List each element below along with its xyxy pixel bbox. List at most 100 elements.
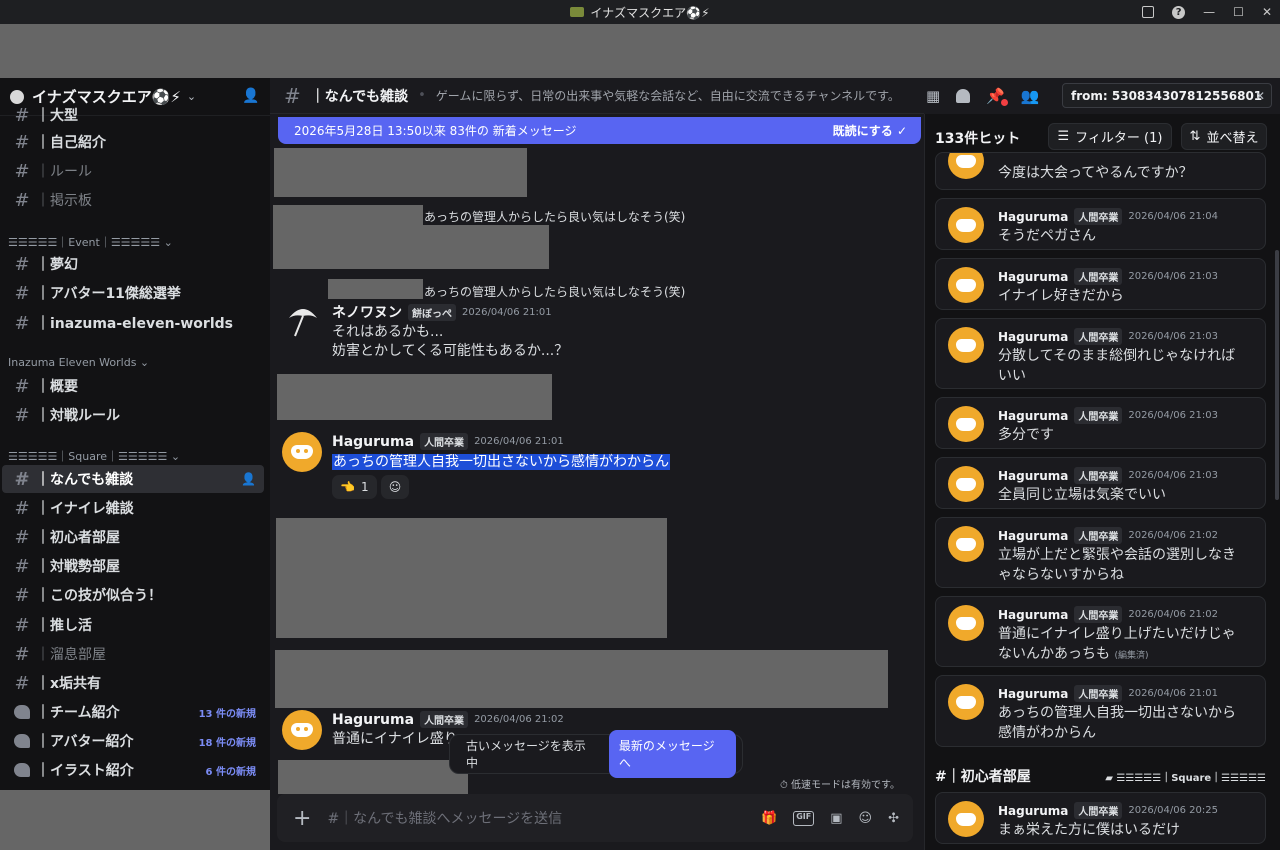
reply-preview[interactable]: あっちの管理人からしたら良い気はしなそう(笑) bbox=[424, 208, 685, 225]
avatar[interactable] bbox=[282, 432, 322, 472]
channel-item[interactable]: # ｜大型 bbox=[2, 104, 264, 126]
inbox-icon[interactable] bbox=[1142, 6, 1155, 18]
sort-button[interactable]: ⇅ 並べ替え bbox=[1181, 123, 1267, 150]
channel-item[interactable]: # ｜x垢共有 bbox=[2, 669, 264, 697]
avatar[interactable] bbox=[282, 710, 322, 750]
search-result[interactable]: 今度は大会ってやるんですか？ bbox=[935, 152, 1266, 190]
channel-item[interactable]: # ｜溜息部屋 bbox=[2, 640, 264, 668]
sort-icon: ⇅ bbox=[1189, 129, 1201, 144]
channel-item[interactable]: # ｜自己紹介 bbox=[2, 128, 264, 156]
clear-search-icon[interactable]: ✕ bbox=[1255, 89, 1265, 103]
bell-icon[interactable] bbox=[956, 89, 971, 103]
apps-icon[interactable]: ✣ bbox=[888, 811, 899, 826]
channel-item[interactable]: # ｜アバター11傑総選挙 bbox=[2, 279, 264, 307]
filter-button[interactable]: ☰ フィルター (1) bbox=[1048, 123, 1172, 150]
reaction-button[interactable]: 👈 1 bbox=[332, 475, 377, 499]
add-reaction-button[interactable]: ☺ bbox=[381, 475, 409, 499]
channel-label: ｜inazuma-eleven-worlds bbox=[36, 316, 233, 332]
hash-icon: # bbox=[14, 468, 30, 490]
channel-item[interactable]: # ｜推し活 bbox=[2, 611, 264, 639]
channel-topic[interactable]: ゲームに限らず、日常の出来事や気軽な会話など、自由に交流できるチャンネルです。 bbox=[436, 87, 900, 104]
reply-preview[interactable]: あっちの管理人からしたら良い気はしなそう(笑) bbox=[424, 283, 685, 300]
channel-item[interactable]: # ｜ルール bbox=[2, 157, 264, 185]
sticker-icon[interactable]: ▣ bbox=[830, 811, 842, 826]
channel-item[interactable]: # ｜イナイレ雑談 bbox=[2, 494, 264, 522]
channel-item[interactable]: # ｜対戦勢部屋 bbox=[2, 552, 264, 580]
maximize-icon[interactable]: ☐ bbox=[1233, 5, 1244, 19]
invite-icon[interactable]: 👤 bbox=[241, 472, 256, 486]
members-icon[interactable]: 👥 bbox=[1021, 87, 1040, 105]
channel-item[interactable]: # ｜inazuma-eleven-worlds bbox=[2, 309, 264, 337]
category-event[interactable]: ☰☰☰☰☰｜Event｜☰☰☰☰☰ ⌄ bbox=[8, 234, 173, 250]
pin-icon[interactable]: 📌 bbox=[986, 87, 1008, 106]
filter-label: フィルター (1) bbox=[1075, 131, 1163, 146]
avatar-face bbox=[956, 812, 976, 826]
channel-item[interactable]: # ｜この技が似合う！ bbox=[2, 581, 264, 609]
channel-item[interactable]: # ｜初心者部屋 bbox=[2, 523, 264, 551]
forum-channel-item[interactable]: ｜チーム紹介 13 件の新規 bbox=[2, 698, 264, 726]
search-result[interactable]: Haguruma 人間卒業 2026/04/06 21:04 そうだペガさん bbox=[935, 198, 1266, 250]
search-input[interactable]: from: 530834307812556801 ✕ bbox=[1062, 83, 1272, 108]
umbrella-avatar[interactable] bbox=[283, 300, 323, 340]
jump-to-latest-button[interactable]: 最新のメッセージへ bbox=[608, 730, 736, 778]
reaction-count: 1 bbox=[360, 480, 369, 494]
author-name[interactable]: Haguruma bbox=[332, 712, 414, 728]
emoji-icon[interactable]: ☺ bbox=[859, 811, 873, 826]
results-scrollbar[interactable] bbox=[1275, 250, 1279, 500]
hash-icon: # bbox=[14, 160, 30, 182]
avatar bbox=[948, 267, 984, 303]
channel-item-active[interactable]: # ｜なんでも雑談 👤 bbox=[2, 465, 264, 493]
channel-label: ｜大型 bbox=[36, 108, 78, 124]
gif-icon[interactable]: GIF bbox=[793, 810, 815, 826]
timestamp: 2026/04/06 21:02 bbox=[474, 714, 564, 725]
hash-icon: # bbox=[14, 282, 30, 304]
search-result[interactable]: Haguruma 人間卒業 2026/04/06 21:03 イナイレ好きだから bbox=[935, 258, 1266, 310]
message-text: あっちの管理人自我一切出さないから感情がわからん bbox=[332, 451, 670, 471]
search-result[interactable]: Haguruma 人間卒業 2026/04/06 21:02 立場が上だと緊張や会話… bbox=[935, 517, 1266, 588]
channel-item[interactable]: # ｜掲示板 bbox=[2, 186, 264, 214]
author-name[interactable]: Haguruma bbox=[332, 434, 414, 450]
category-square[interactable]: ☰☰☰☰☰｜Square｜☰☰☰☰☰ ⌄ bbox=[8, 448, 180, 464]
search-result[interactable]: Haguruma 人間卒業 2026/04/06 20:25 まぁ栄えた方に僕はいる… bbox=[935, 792, 1266, 844]
forum-channel-item[interactable]: ｜アバター紹介 18 件の新規 bbox=[2, 727, 264, 755]
timestamp: 2026/04/06 21:03 bbox=[1128, 410, 1218, 421]
author-name: Haguruma bbox=[998, 209, 1069, 224]
plus-icon[interactable]: + bbox=[293, 806, 311, 831]
close-icon[interactable]: ✕ bbox=[1262, 5, 1272, 19]
new-messages-bar[interactable]: 2026年5月28日 13:50以来 83件の 新着メッセージ 既読にする ✓ bbox=[278, 117, 921, 144]
chevron-down-icon[interactable]: ⌄ bbox=[187, 90, 196, 103]
result-text: 多分です bbox=[998, 427, 1054, 443]
message-author-row: ネノワヌン 餅ぼっぺ 2026/04/06 21:01 bbox=[332, 302, 552, 322]
message-composer[interactable]: + #｜なんでも雑談へメッセージを送信 🎁 GIF ▣ ☺ ✣ bbox=[277, 794, 913, 842]
minimize-icon[interactable]: — bbox=[1203, 5, 1215, 19]
mark-read-button[interactable]: 既読にする ✓ bbox=[833, 122, 907, 139]
umbrella-icon bbox=[289, 309, 317, 337]
channel-item[interactable]: # ｜概要 bbox=[2, 372, 264, 400]
search-result[interactable]: Haguruma 人間卒業 2026/04/06 21:03 多分です bbox=[935, 397, 1266, 449]
author-name[interactable]: ネノワヌン bbox=[332, 302, 402, 322]
hash-icon: # bbox=[14, 189, 30, 211]
composer-placeholder[interactable]: #｜なんでも雑談へメッセージを送信 bbox=[327, 808, 562, 828]
gift-icon[interactable]: 🎁 bbox=[761, 811, 777, 826]
filter-icon: ☰ bbox=[1057, 129, 1070, 144]
forum-channel-item[interactable]: ｜イラスト紹介 6 件の新規 bbox=[2, 756, 264, 784]
channel-item[interactable]: # ｜夢幻 bbox=[2, 250, 264, 278]
role-tag: 人間卒業 bbox=[1074, 802, 1123, 819]
channel-label: ｜概要 bbox=[36, 379, 78, 395]
search-result[interactable]: Haguruma 人間卒業 2026/04/06 21:03 分散してそのまま総倒れ… bbox=[935, 318, 1266, 389]
hash-icon: # bbox=[14, 614, 30, 636]
role-tag: 人間卒業 bbox=[1074, 685, 1123, 702]
result-text: まぁ栄えた方に僕はいるだけ bbox=[998, 822, 1180, 838]
channel-label: ｜この技が似合う！ bbox=[36, 588, 162, 604]
threads-icon[interactable]: ▦ bbox=[926, 87, 940, 105]
help-icon[interactable]: ? bbox=[1172, 5, 1186, 19]
result-text: 今度は大会ってやるんですか？ bbox=[998, 165, 1193, 181]
search-result[interactable]: Haguruma 人間卒業 2026/04/06 21:03 全員同じ立場は気楽でい… bbox=[935, 457, 1266, 509]
category-worlds[interactable]: Inazuma Eleven Worlds ⌄ bbox=[8, 356, 149, 369]
search-result[interactable]: Haguruma 人間卒業 2026/04/06 21:01 あっちの管理人自我一切… bbox=[935, 675, 1266, 747]
add-user-icon[interactable]: 👤 bbox=[242, 88, 259, 104]
search-result[interactable]: Haguruma 人間卒業 2026/04/06 21:02 普通にイナイレ盛り上げ… bbox=[935, 596, 1266, 667]
result-channel-group[interactable]: #｜初心者部屋 ▰ ☰☰☰☰☰｜Square｜☰☰☰☰☰ bbox=[935, 766, 1266, 786]
channel-item[interactable]: # ｜対戦ルール bbox=[2, 401, 264, 429]
redacted-block bbox=[273, 225, 549, 269]
